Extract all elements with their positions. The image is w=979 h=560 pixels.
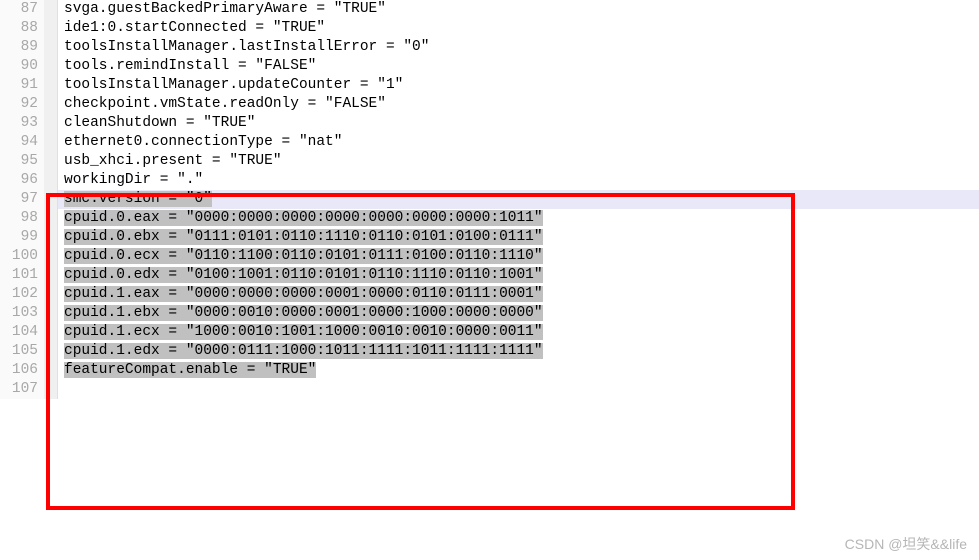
line-number: 91 (0, 76, 44, 95)
code-line[interactable]: 93 cleanShutdown = "TRUE" (0, 114, 979, 133)
line-number: 104 (0, 323, 44, 342)
code-line[interactable]: 103 cpuid.1.ebx = "0000:0010:0000:0001:00… (0, 304, 979, 323)
line-number: 88 (0, 19, 44, 38)
line-number: 87 (0, 0, 44, 19)
code-line[interactable]: 105 cpuid.1.edx = "0000:0111:1000:1011:11… (0, 342, 979, 361)
code-text[interactable]: toolsInstallManager.lastInstallError = "… (58, 38, 979, 57)
code-line[interactable]: 88 ide1:0.startConnected = "TRUE" (0, 19, 979, 38)
fold-gutter (44, 323, 58, 342)
fold-gutter (44, 266, 58, 285)
fold-gutter (44, 133, 58, 152)
code-line[interactable]: 102 cpuid.1.eax = "0000:0000:0000:0001:00… (0, 285, 979, 304)
fold-gutter (44, 95, 58, 114)
code-line[interactable]: 97 smc.version = "0" (0, 190, 979, 209)
code-line[interactable]: 107 (0, 380, 979, 399)
line-number: 95 (0, 152, 44, 171)
watermark-text: CSDN @坦笑&&life (845, 534, 967, 554)
code-line[interactable]: 100 cpuid.0.ecx = "0110:1100:0110:0101:01… (0, 247, 979, 266)
code-text[interactable]: cpuid.0.edx = "0100:1001:0110:0101:0110:… (58, 266, 979, 285)
line-number: 90 (0, 57, 44, 76)
code-line[interactable]: 95 usb_xhci.present = "TRUE" (0, 152, 979, 171)
code-text[interactable]: cleanShutdown = "TRUE" (58, 114, 979, 133)
code-text[interactable]: ide1:0.startConnected = "TRUE" (58, 19, 979, 38)
code-line[interactable]: 101 cpuid.0.edx = "0100:1001:0110:0101:01… (0, 266, 979, 285)
code-line[interactable]: 91 toolsInstallManager.updateCounter = "1… (0, 76, 979, 95)
code-line[interactable]: 96 workingDir = "." (0, 171, 979, 190)
fold-gutter (44, 190, 58, 209)
code-line[interactable]: 94 ethernet0.connectionType = "nat" (0, 133, 979, 152)
code-editor[interactable]: 87svga.guestBackedPrimaryAware = "TRUE"8… (0, 0, 979, 399)
fold-gutter (44, 361, 58, 380)
code-text[interactable]: cpuid.1.ecx = "1000:0010:1001:1000:0010:… (58, 323, 979, 342)
code-text[interactable]: cpuid.1.edx = "0000:0111:1000:1011:1111:… (58, 342, 979, 361)
fold-gutter (44, 0, 58, 19)
line-number: 106 (0, 361, 44, 380)
line-number: 99 (0, 228, 44, 247)
line-number: 101 (0, 266, 44, 285)
fold-gutter (44, 285, 58, 304)
code-line[interactable]: 89 toolsInstallManager.lastInstallError =… (0, 38, 979, 57)
code-line[interactable]: 99 cpuid.0.ebx = "0111:0101:0110:1110:011… (0, 228, 979, 247)
line-number: 94 (0, 133, 44, 152)
code-text[interactable]: usb_xhci.present = "TRUE" (58, 152, 979, 171)
fold-gutter (44, 171, 58, 190)
code-line[interactable]: 106 featureCompat.enable = "TRUE" (0, 361, 979, 380)
line-number: 100 (0, 247, 44, 266)
line-number: 93 (0, 114, 44, 133)
fold-gutter (44, 247, 58, 266)
code-text[interactable]: ethernet0.connectionType = "nat" (58, 133, 979, 152)
fold-gutter (44, 228, 58, 247)
code-line[interactable]: 98 cpuid.0.eax = "0000:0000:0000:0000:000… (0, 209, 979, 228)
code-text[interactable]: workingDir = "." (58, 171, 979, 190)
line-number: 97 (0, 190, 44, 209)
line-number: 107 (0, 380, 44, 399)
code-text[interactable]: svga.guestBackedPrimaryAware = "TRUE" (58, 0, 979, 19)
code-text[interactable]: cpuid.0.ebx = "0111:0101:0110:1110:0110:… (58, 228, 979, 247)
line-number: 92 (0, 95, 44, 114)
code-text[interactable]: tools.remindInstall = "FALSE" (58, 57, 979, 76)
code-text[interactable]: cpuid.1.eax = "0000:0000:0000:0001:0000:… (58, 285, 979, 304)
line-number: 103 (0, 304, 44, 323)
line-number: 105 (0, 342, 44, 361)
code-text[interactable]: toolsInstallManager.updateCounter = "1" (58, 76, 979, 95)
fold-gutter (44, 38, 58, 57)
line-number: 102 (0, 285, 44, 304)
line-number: 96 (0, 171, 44, 190)
code-text[interactable]: checkpoint.vmState.readOnly = "FALSE" (58, 95, 979, 114)
code-line[interactable]: 92 checkpoint.vmState.readOnly = "FALSE" (0, 95, 979, 114)
code-text[interactable]: smc.version = "0" (58, 190, 979, 209)
fold-gutter (44, 380, 58, 399)
fold-gutter (44, 209, 58, 228)
code-text[interactable]: cpuid.1.ebx = "0000:0010:0000:0001:0000:… (58, 304, 979, 323)
code-line[interactable]: 90 tools.remindInstall = "FALSE" (0, 57, 979, 76)
fold-gutter (44, 304, 58, 323)
fold-gutter (44, 114, 58, 133)
line-number: 89 (0, 38, 44, 57)
code-text[interactable]: cpuid.0.ecx = "0110:1100:0110:0101:0111:… (58, 247, 979, 266)
line-number: 98 (0, 209, 44, 228)
fold-gutter (44, 57, 58, 76)
fold-gutter (44, 76, 58, 95)
fold-gutter (44, 152, 58, 171)
code-text[interactable] (58, 380, 979, 399)
code-text[interactable]: cpuid.0.eax = "0000:0000:0000:0000:0000:… (58, 209, 979, 228)
fold-gutter (44, 342, 58, 361)
code-text[interactable]: featureCompat.enable = "TRUE" (58, 361, 979, 380)
code-line[interactable]: 104 cpuid.1.ecx = "1000:0010:1001:1000:00… (0, 323, 979, 342)
fold-gutter (44, 19, 58, 38)
code-line[interactable]: 87 svga.guestBackedPrimaryAware = "TRUE" (0, 0, 979, 19)
